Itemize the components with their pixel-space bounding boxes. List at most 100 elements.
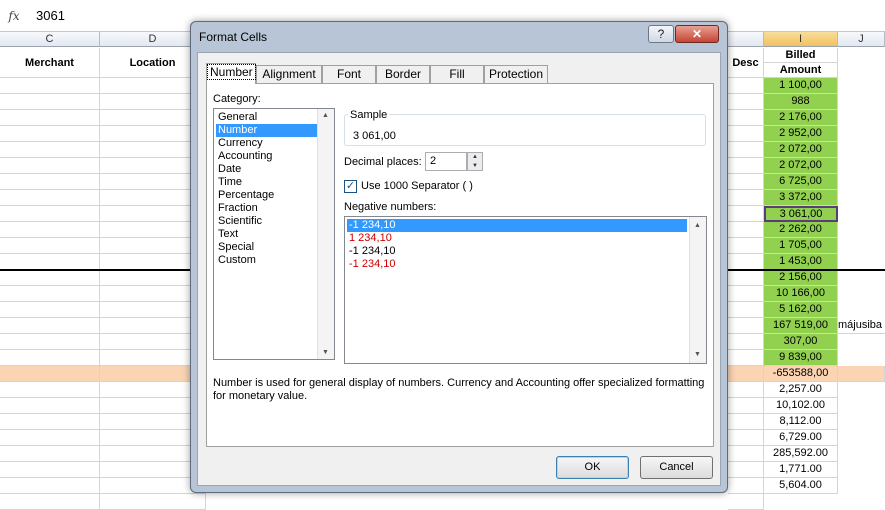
billed-amount-cell[interactable]: 2,257.00	[764, 382, 838, 398]
grid-cell[interactable]	[0, 94, 100, 110]
separator-checkbox[interactable]: ✓	[344, 180, 357, 193]
billed-amount-cell[interactable]: 307,00	[764, 334, 838, 350]
grid-cell[interactable]	[0, 366, 100, 382]
column-header-c[interactable]: C	[0, 32, 100, 47]
grid-cell[interactable]	[728, 318, 764, 334]
separator-label[interactable]: Use 1000 Separator ( )	[361, 180, 473, 192]
column-header-i[interactable]: I	[764, 32, 838, 47]
spin-down-icon[interactable]: ▼	[468, 162, 482, 171]
grid-cell[interactable]	[728, 158, 764, 174]
grid-cell[interactable]	[728, 446, 764, 462]
grid-cell[interactable]	[838, 366, 885, 382]
grid-cell[interactable]	[728, 206, 764, 222]
tab-protection[interactable]: Protection	[484, 65, 548, 83]
grid-cell[interactable]	[728, 254, 764, 270]
grid-cell[interactable]	[0, 414, 100, 430]
billed-amount-cell[interactable]: 5,604.00	[764, 478, 838, 494]
grid-cell[interactable]	[728, 494, 764, 510]
grid-cell[interactable]	[0, 286, 100, 302]
grid-cell[interactable]	[0, 254, 100, 270]
grid-cell[interactable]	[728, 142, 764, 158]
column-header-j[interactable]: J	[838, 32, 885, 47]
grid-cell[interactable]	[728, 366, 764, 382]
grid-cell[interactable]	[0, 78, 100, 94]
grid-cell[interactable]	[728, 350, 764, 366]
billed-amount-cell[interactable]: 2 262,00	[764, 222, 838, 238]
billed-amount-cell[interactable]: 5 162,00	[764, 302, 838, 318]
spin-up-icon[interactable]: ▲	[468, 153, 482, 162]
grid-cell[interactable]	[728, 110, 764, 126]
grid-cell[interactable]	[728, 174, 764, 190]
grid-cell[interactable]	[0, 158, 100, 174]
category-item[interactable]: Percentage	[216, 189, 318, 202]
billed-amount-cell[interactable]: 3 372,00	[764, 190, 838, 206]
tab-border[interactable]: Border	[376, 65, 430, 83]
category-list[interactable]: General Number Currency Accounting Date Time P…	[213, 108, 335, 360]
category-item[interactable]: Date	[216, 163, 318, 176]
grid-cell[interactable]	[0, 270, 100, 286]
scroll-down-icon[interactable]: ▼	[322, 349, 329, 356]
negative-option[interactable]: -1 234,10	[347, 219, 687, 232]
category-item[interactable]: Text	[216, 228, 318, 241]
grid-cell[interactable]	[0, 478, 100, 494]
grid-cell[interactable]	[0, 238, 100, 254]
grid-cell[interactable]	[0, 350, 100, 366]
billed-amount-cell[interactable]: 6,729.00	[764, 430, 838, 446]
tab-fill[interactable]: Fill	[430, 65, 484, 83]
billed-amount-cell[interactable]: 988	[764, 94, 838, 110]
grid-cell[interactable]	[728, 78, 764, 94]
grid-cell[interactable]	[0, 398, 100, 414]
category-item[interactable]: General	[216, 111, 318, 124]
formula-input[interactable]: 3061	[36, 6, 65, 26]
category-item[interactable]: Time	[216, 176, 318, 189]
tab-number[interactable]: Number	[206, 63, 256, 84]
billed-amount-cell[interactable]: 9 839,00	[764, 350, 838, 366]
grid-cell[interactable]	[728, 462, 764, 478]
category-scrollbar[interactable]: ▲ ▼	[317, 109, 334, 359]
billed-amount-cell[interactable]: 1 453,00	[764, 254, 838, 270]
grid-cell[interactable]	[728, 430, 764, 446]
grid-cell[interactable]	[0, 206, 100, 222]
billed-amount-cell[interactable]: 1 705,00	[764, 238, 838, 254]
grid-cell[interactable]	[0, 494, 100, 510]
category-item[interactable]: Currency	[216, 137, 318, 150]
grid-cell[interactable]	[0, 142, 100, 158]
grid-cell[interactable]	[728, 302, 764, 318]
grid-cell[interactable]	[728, 334, 764, 350]
grid-cell[interactable]	[728, 286, 764, 302]
negative-numbers-list[interactable]: -1 234,10 1 234,10 -1 234,10 -1 234,10 ▲…	[344, 216, 707, 364]
help-button[interactable]: ?	[648, 25, 674, 43]
billed-amount-cell[interactable]: 6 725,00	[764, 174, 838, 190]
grid-cell[interactable]	[728, 222, 764, 238]
billed-amount-cell[interactable]: 167 519,00	[764, 318, 838, 334]
decimal-places-input[interactable]: 2	[425, 152, 467, 171]
grid-cell[interactable]	[0, 302, 100, 318]
tab-font[interactable]: Font	[322, 65, 376, 83]
billed-amount-cell[interactable]: -653588,00	[764, 366, 838, 382]
cancel-button[interactable]: Cancel	[640, 456, 713, 479]
grid-cell[interactable]	[0, 446, 100, 462]
category-item[interactable]: Custom	[216, 254, 318, 267]
grid-cell[interactable]	[728, 94, 764, 110]
grid-cell[interactable]	[728, 382, 764, 398]
negative-option[interactable]: -1 234,10	[347, 245, 687, 258]
billed-amount-cell[interactable]: 2 176,00	[764, 110, 838, 126]
grid-cell[interactable]	[0, 334, 100, 350]
grid-cell[interactable]	[728, 126, 764, 142]
billed-amount-cell[interactable]: 1,771.00	[764, 462, 838, 478]
grid-cell[interactable]	[728, 270, 764, 286]
grid-cell[interactable]	[728, 190, 764, 206]
tab-alignment[interactable]: Alignment	[256, 65, 322, 83]
grid-cell[interactable]	[100, 494, 206, 510]
billed-amount-cell[interactable]: 3 061,00	[764, 206, 838, 222]
billed-amount-cell[interactable]: 10 166,00	[764, 286, 838, 302]
scroll-up-icon[interactable]: ▲	[322, 112, 329, 119]
category-item[interactable]: Scientific	[216, 215, 318, 228]
negative-scrollbar[interactable]: ▲ ▼	[689, 217, 706, 363]
negative-option[interactable]: -1 234,10	[347, 258, 687, 271]
billed-amount-cell[interactable]: 2 072,00	[764, 158, 838, 174]
grid-cell[interactable]	[728, 398, 764, 414]
negative-option[interactable]: 1 234,10	[347, 232, 687, 245]
grid-cell[interactable]	[0, 430, 100, 446]
category-item[interactable]: Fraction	[216, 202, 318, 215]
